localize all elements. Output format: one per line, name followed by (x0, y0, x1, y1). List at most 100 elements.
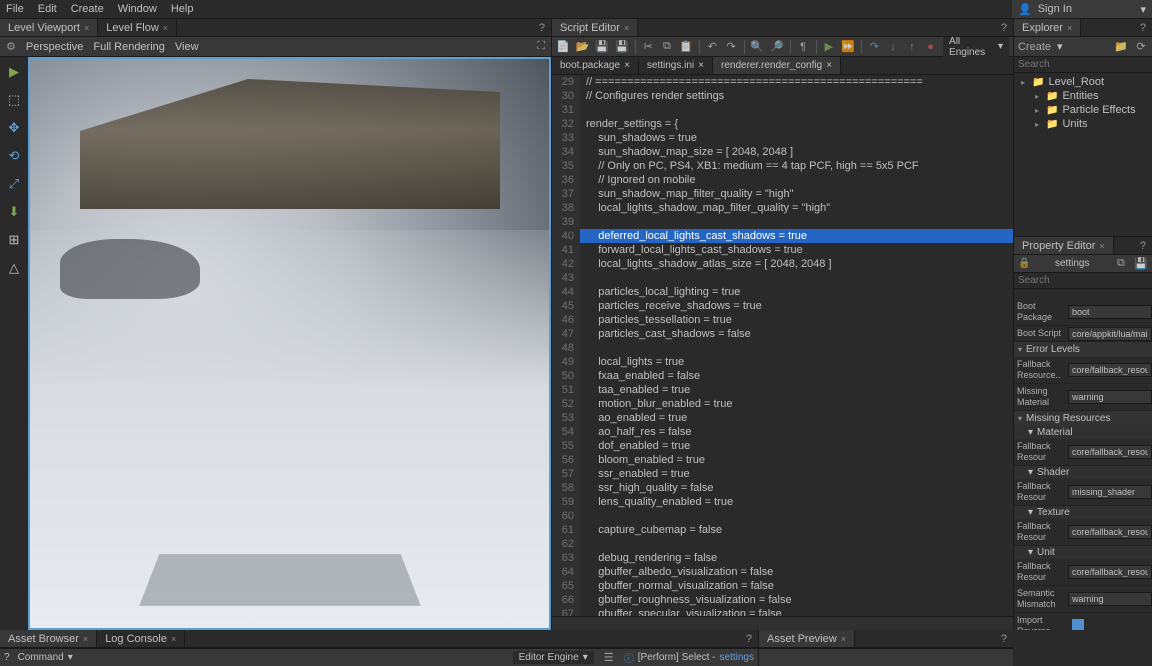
save-icon[interactable]: 💾 (595, 40, 609, 54)
snap-tool[interactable]: ⊞ (3, 229, 25, 251)
help-icon[interactable]: ? (1134, 237, 1152, 254)
help-icon[interactable]: ? (740, 630, 758, 647)
camera-mode-dropdown[interactable]: Perspective (26, 41, 83, 53)
tree-item[interactable]: ▸📁Level_Root (1014, 75, 1152, 89)
tab-asset-browser[interactable]: Asset Browser × (0, 630, 97, 647)
tab-explorer[interactable]: Explorer × (1014, 19, 1081, 36)
close-icon[interactable]: × (163, 23, 168, 33)
place-tool[interactable]: ⬇ (3, 201, 25, 223)
close-icon[interactable]: × (624, 60, 630, 71)
file-tab-settings[interactable]: settings.ini × (639, 57, 713, 74)
select-tool[interactable]: ⬚ (3, 89, 25, 111)
lock-icon[interactable]: 🔒 (1018, 258, 1030, 269)
search-all-icon[interactable]: 🔎 (770, 40, 784, 54)
copy-icon[interactable]: ⧉ (1114, 257, 1128, 271)
help-icon[interactable]: ? (533, 19, 551, 36)
undo-icon[interactable]: ↶ (706, 40, 719, 54)
fallback-resource-input[interactable] (1068, 363, 1152, 377)
close-icon[interactable]: × (1067, 23, 1072, 33)
rotate-tool[interactable]: ⟲ (3, 145, 25, 167)
texture-fallback-input[interactable] (1068, 525, 1152, 539)
material-fallback-input[interactable] (1068, 445, 1152, 459)
close-icon[interactable]: × (1099, 241, 1104, 251)
tree-item[interactable]: ▸📁Entities (1014, 89, 1152, 103)
close-icon[interactable]: × (841, 634, 846, 644)
section-unit[interactable]: ▾Unit (1014, 546, 1152, 559)
section-material[interactable]: ▾Material (1014, 426, 1152, 439)
missing-material-input[interactable] (1068, 390, 1152, 404)
tab-property-editor[interactable]: Property Editor × (1014, 237, 1114, 254)
tree-item[interactable]: ▸📁Units (1014, 117, 1152, 131)
menu-create[interactable]: Create (71, 3, 104, 15)
tab-log-console[interactable]: Log Console × (97, 630, 185, 647)
close-icon[interactable]: × (84, 23, 89, 33)
copy-icon[interactable]: ⧉ (661, 40, 674, 54)
gear-icon[interactable]: ⚙ (6, 40, 16, 53)
play-button[interactable]: ▶ (3, 61, 25, 83)
move-tool[interactable]: ✥ (3, 117, 25, 139)
menu-window[interactable]: Window (118, 3, 157, 15)
tab-level-viewport[interactable]: Level Viewport × (0, 19, 98, 36)
import-reverse-checkbox[interactable] (1072, 619, 1084, 631)
bookmark-icon[interactable]: ¶ (797, 40, 810, 54)
explorer-search-input[interactable] (1014, 57, 1152, 72)
section-shader[interactable]: ▾Shader (1014, 466, 1152, 479)
tab-level-flow[interactable]: Level Flow × (98, 19, 177, 36)
close-icon[interactable]: × (83, 634, 88, 644)
help-icon[interactable]: ? (995, 19, 1013, 36)
unit-fallback-input[interactable] (1068, 565, 1152, 579)
menu-help[interactable]: Help (171, 3, 194, 15)
save-icon[interactable]: 💾 (1134, 257, 1148, 271)
shader-fallback-input[interactable] (1068, 485, 1152, 499)
horizontal-scrollbar[interactable] (552, 616, 1013, 630)
tab-script-editor[interactable]: Script Editor × (552, 19, 638, 36)
file-tab-renderer[interactable]: renderer.render_config × (713, 57, 841, 74)
refresh-icon[interactable]: ⟳ (1134, 40, 1148, 54)
boot-package-input[interactable] (1068, 305, 1152, 319)
boot-script-input[interactable] (1068, 327, 1152, 341)
save-all-icon[interactable]: 💾 (615, 40, 629, 54)
search-icon[interactable]: 🔍 (750, 40, 764, 54)
step-out-icon[interactable]: ↑ (905, 40, 918, 54)
list-icon[interactable]: ☰ (602, 651, 616, 665)
expand-icon[interactable]: ⛶ (537, 40, 545, 53)
redo-icon[interactable]: ↷ (725, 40, 738, 54)
step-into-icon[interactable]: ↓ (887, 40, 900, 54)
new-file-icon[interactable]: 📄 (556, 40, 570, 54)
scale-tool[interactable]: ⤢ (3, 173, 25, 195)
menu-edit[interactable]: Edit (38, 3, 57, 15)
tree-item[interactable]: ▸📁Particle Effects (1014, 103, 1152, 117)
step-over-icon[interactable]: ↷ (868, 40, 881, 54)
section-error-levels[interactable]: ▾Error Levels (1014, 342, 1152, 357)
engine-selector[interactable]: All Engines ▾ (943, 35, 1009, 59)
paste-icon[interactable]: 📋 (679, 40, 693, 54)
cut-icon[interactable]: ✂ (642, 40, 655, 54)
measure-tool[interactable]: △ (3, 257, 25, 279)
command-dropdown[interactable]: Command ▾ (18, 652, 73, 663)
section-missing-resources[interactable]: ▾Missing Resources (1014, 411, 1152, 426)
run-step-icon[interactable]: ⏩ (841, 40, 855, 54)
engine-dropdown[interactable]: Editor Engine ▾ (513, 651, 594, 664)
create-dropdown[interactable]: Create (1018, 41, 1051, 53)
folder-icon[interactable]: 📁 (1114, 40, 1128, 54)
help-icon[interactable]: ? (995, 630, 1013, 647)
help-icon[interactable]: ? (4, 652, 10, 663)
file-tab-boot[interactable]: boot.package × (552, 57, 639, 74)
breakpoint-icon[interactable]: ● (924, 40, 937, 54)
close-icon[interactable]: × (698, 60, 704, 71)
run-icon[interactable]: ▶ (822, 40, 835, 54)
close-icon[interactable]: × (826, 60, 832, 71)
open-file-icon[interactable]: 📂 (576, 40, 590, 54)
section-texture[interactable]: ▾Texture (1014, 506, 1152, 519)
help-icon[interactable]: ? (1134, 19, 1152, 36)
close-icon[interactable]: × (624, 23, 629, 33)
signin-dropdown[interactable]: 👤 Sign In ▾ (1012, 0, 1152, 18)
level-viewport[interactable] (28, 57, 551, 630)
tab-asset-preview[interactable]: Asset Preview × (759, 630, 855, 647)
code-editor[interactable]: 29// ===================================… (552, 75, 1013, 616)
semantic-mismatch-input[interactable] (1068, 592, 1152, 606)
view-dropdown[interactable]: View (175, 41, 199, 53)
menu-file[interactable]: File (6, 3, 24, 15)
explorer-tree[interactable]: ▸📁Level_Root▸📁Entities▸📁Particle Effects… (1014, 73, 1152, 236)
close-icon[interactable]: × (171, 634, 176, 644)
